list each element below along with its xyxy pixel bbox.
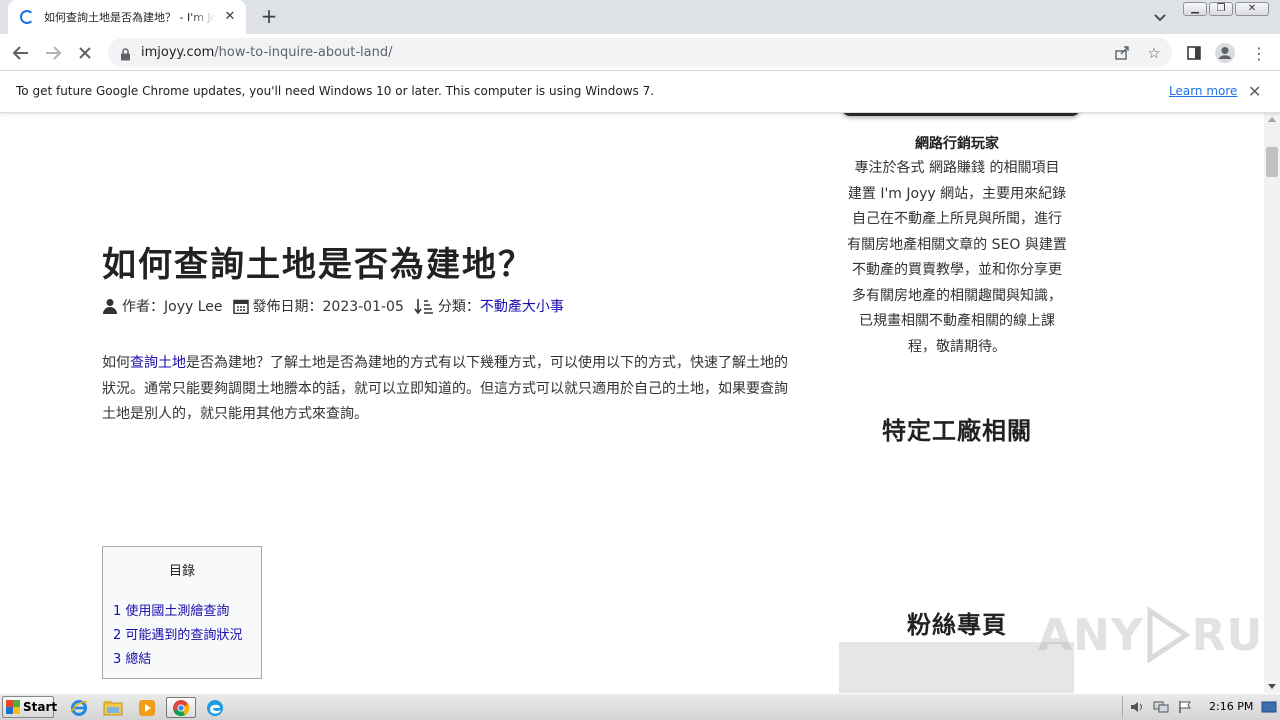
new-tab-button[interactable]: + xyxy=(258,6,280,28)
article-title: 如何查詢土地是否為建地？ xyxy=(102,245,534,285)
update-infobar: To get future Google Chrome updates, you… xyxy=(0,71,1280,113)
windows-flag-icon xyxy=(6,700,20,714)
anyrun-watermark: ANY RUN xyxy=(1038,607,1264,663)
sidebar-image-bottom xyxy=(842,113,1080,116)
infobar-close-icon[interactable]: ✕ xyxy=(1248,82,1261,101)
inquire-land-link[interactable]: 查詢土地 xyxy=(130,355,186,371)
window-close-button[interactable]: ✕ xyxy=(1235,2,1269,16)
tab-strip: 如何查詢土地是否為建地？ - I'm Joyy ✕ + ▁ ❐ ✕ xyxy=(0,0,1280,34)
infobar-message: To get future Google Chrome updates, you… xyxy=(16,84,655,98)
tab-search-chevron-icon[interactable] xyxy=(1152,9,1168,25)
taskbar-clock[interactable]: 2:16 PM xyxy=(1209,700,1253,713)
stop-loading-icon[interactable] xyxy=(74,42,96,64)
tab-close-icon[interactable]: ✕ xyxy=(222,9,238,25)
sidebar-heading-factory: 特定工廠相關 xyxy=(882,417,1032,445)
toc-item[interactable]: 1 使用國土測繪查詢 xyxy=(113,600,229,619)
media-player-icon[interactable] xyxy=(134,697,160,718)
sort-category-icon xyxy=(414,299,433,314)
window-restore-button[interactable]: ❐ xyxy=(1209,2,1233,16)
sidebar-author-bio: 專注於各式 網路賺錢 的相關項目 建置 I'm Joyy 網站，主要用來紀錄 自… xyxy=(847,160,1067,355)
author-label: 作者：Joyy Lee xyxy=(122,299,223,315)
table-of-contents: 目錄 1 使用國土測繪查詢 2 可能遇到的查詢狀況 3 總結 xyxy=(102,546,262,679)
network-icon[interactable] xyxy=(1153,700,1169,714)
chrome-taskbar-icon[interactable] xyxy=(166,697,196,718)
side-panel-icon[interactable] xyxy=(1183,42,1205,64)
toc-item[interactable]: 2 可能遇到的查詢狀況 xyxy=(113,624,242,643)
start-button[interactable]: Start xyxy=(2,696,57,718)
url-text[interactable]: imjoyy.com/how-to-inquire-about-land/ xyxy=(141,45,393,60)
toc-title: 目錄 xyxy=(168,564,195,579)
edge-icon[interactable] xyxy=(202,697,228,718)
forward-arrow-icon[interactable] xyxy=(42,42,64,64)
internet-explorer-icon[interactable] xyxy=(66,697,92,718)
page-scrollbar[interactable] xyxy=(1264,113,1280,693)
browser-toolbar: imjoyy.com/how-to-inquire-about-land/ ☆ … xyxy=(0,34,1280,71)
back-arrow-icon[interactable] xyxy=(10,42,32,64)
bookmark-star-icon[interactable]: ☆ xyxy=(1144,43,1164,63)
calendar-icon xyxy=(232,299,249,314)
menu-kebab-icon[interactable]: ⋮ xyxy=(1248,42,1270,64)
sidebar-author-name: 網路行銷玩家 xyxy=(915,136,999,152)
windows-taskbar: Start 2:16 PM xyxy=(0,693,1280,720)
category-label: 分類： xyxy=(437,299,480,315)
toc-item[interactable]: 3 總結 xyxy=(113,648,151,667)
volume-icon[interactable] xyxy=(1129,700,1145,714)
browser-tab-active[interactable]: 如何查詢土地是否為建地？ - I'm Joyy ✕ xyxy=(8,0,246,34)
tab-title: 如何查詢土地是否為建地？ - I'm Joyy xyxy=(44,11,216,24)
loading-spinner-icon xyxy=(20,10,34,24)
user-icon xyxy=(103,299,117,314)
profile-avatar-icon[interactable] xyxy=(1214,42,1236,64)
learn-more-link[interactable]: Learn more xyxy=(1169,84,1237,98)
scrollbar-thumb[interactable] xyxy=(1266,147,1278,177)
window-minimize-button[interactable]: ▁ xyxy=(1183,2,1207,16)
play-logo-icon xyxy=(1147,607,1190,663)
system-tray: 2:16 PM xyxy=(1122,696,1278,718)
web-page: 如何查詢土地是否為建地？ 作者：Joyy Lee 發佈日期：2023-01-05… xyxy=(0,113,1264,693)
article-meta: 作者：Joyy Lee 發佈日期：2023-01-05 分類： 不動產大小事 xyxy=(102,296,574,316)
category-link[interactable]: 不動產大小事 xyxy=(480,296,564,316)
article-intro: 如何查詢土地是否為建地？了解土地是否為建地的方式有以下幾種方式，可以使用以下的方… xyxy=(102,355,788,422)
publish-date: 發佈日期：2023-01-05 xyxy=(252,299,404,315)
action-center-flag-icon[interactable] xyxy=(1177,700,1193,714)
share-icon[interactable] xyxy=(1112,43,1132,63)
lock-icon[interactable] xyxy=(120,46,131,65)
show-desktop-icon[interactable] xyxy=(1261,700,1277,714)
address-bar[interactable]: imjoyy.com/how-to-inquire-about-land/ ☆ xyxy=(108,38,1172,67)
file-explorer-icon[interactable] xyxy=(100,697,126,718)
scroll-down-arrow-icon[interactable] xyxy=(1268,684,1276,689)
scroll-up-arrow-icon[interactable] xyxy=(1268,117,1276,122)
